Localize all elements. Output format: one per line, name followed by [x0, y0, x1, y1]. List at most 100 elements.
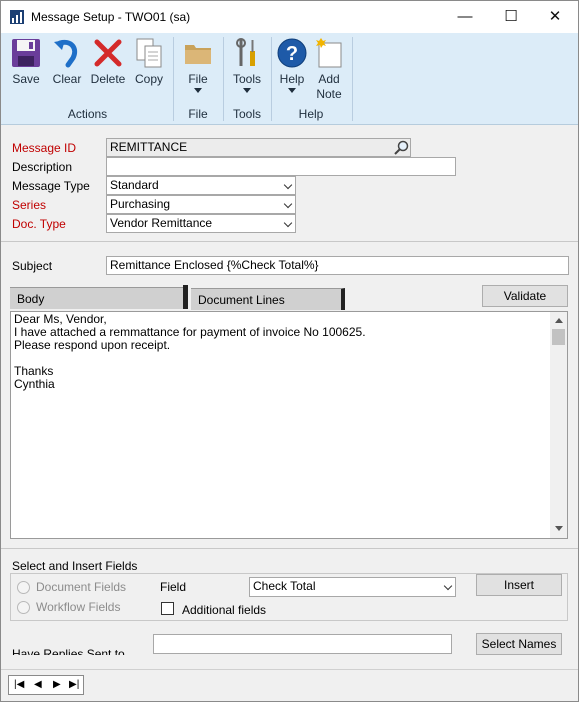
- delete-x-icon: [94, 39, 122, 67]
- add-note-button[interactable]: Add Note: [310, 37, 348, 102]
- status-bar: |◀ ◀ ▶ ▶|: [1, 669, 578, 701]
- document-fields-label: Document Fields: [36, 580, 127, 594]
- body-line: Thanks: [14, 364, 54, 378]
- subject-field[interactable]: Remittance Enclosed {%Check Total%}: [106, 256, 569, 275]
- additional-fields-label: Additional fields: [182, 603, 267, 617]
- message-id-field[interactable]: REMITTANCE: [106, 138, 411, 157]
- vertical-scrollbar[interactable]: [550, 312, 567, 538]
- file-dropdown-caret: [194, 88, 202, 93]
- ribbon-separator: [223, 37, 224, 121]
- file-group-label: File: [188, 107, 208, 121]
- chevron-down-icon: [443, 581, 453, 591]
- help-label: Help: [279, 72, 305, 86]
- message-setup-window: Message Setup - TWO01 (sa) — ☐ ✕ Save Cl…: [0, 0, 579, 702]
- minimize-button[interactable]: —: [442, 1, 488, 33]
- app-icon: [10, 10, 24, 24]
- delete-button[interactable]: Delete: [87, 37, 129, 87]
- field-select-value: Check Total: [253, 579, 316, 593]
- subject-label: Subject: [12, 259, 53, 273]
- doc-type-label: Doc. Type: [12, 217, 66, 231]
- first-record-icon[interactable]: |◀: [14, 679, 24, 690]
- body-line: Cynthia: [14, 377, 55, 391]
- workflow-fields-label: Workflow Fields: [36, 600, 121, 614]
- message-body-textarea[interactable]: Dear Ms, Vendor, I have attached a remma…: [10, 311, 568, 539]
- chevron-down-icon: [283, 218, 293, 228]
- save-icon: [12, 39, 40, 67]
- series-label: Series: [12, 198, 47, 212]
- replies-sent-to-field[interactable]: [153, 634, 452, 654]
- delete-label: Delete: [90, 72, 126, 86]
- message-type-value: Standard: [110, 178, 159, 192]
- help-dropdown-caret: [288, 88, 296, 93]
- tab-edge: [183, 285, 188, 309]
- clear-label: Clear: [52, 72, 82, 86]
- chevron-down-icon: [283, 199, 293, 209]
- scroll-down-icon[interactable]: [555, 526, 563, 531]
- additional-fields-checkbox[interactable]: [161, 602, 174, 615]
- series-value: Purchasing: [110, 197, 171, 211]
- copy-button[interactable]: Copy: [129, 37, 169, 87]
- ribbon-toolbar: Save Clear Delete Copy Actions File File…: [1, 33, 578, 125]
- tab-document-lines[interactable]: Document Lines: [191, 288, 345, 310]
- ribbon-separator: [271, 37, 272, 121]
- message-body-text: Dear Ms, Vendor, I have attached a remma…: [14, 313, 366, 391]
- workflow-fields-radio[interactable]: [17, 601, 30, 614]
- tools-icon: [236, 38, 255, 66]
- copy-icon: [136, 38, 162, 68]
- folder-icon: [185, 45, 211, 64]
- maximize-button[interactable]: ☐: [488, 1, 534, 33]
- add-note-icon: [316, 38, 342, 68]
- last-record-icon[interactable]: ▶|: [69, 679, 79, 690]
- message-type-label: Message Type: [12, 179, 90, 193]
- field-select[interactable]: Check Total: [249, 577, 456, 597]
- divider: [1, 241, 578, 242]
- scroll-up-icon[interactable]: [555, 318, 563, 323]
- record-navigation: |◀ ◀ ▶ ▶|: [8, 675, 84, 695]
- save-button[interactable]: Save: [6, 37, 46, 87]
- replies-label: Have Replies Sent to: [12, 647, 125, 655]
- add-note-label-line2: Note: [316, 87, 342, 101]
- file-label: File: [188, 72, 208, 86]
- save-label: Save: [12, 72, 40, 86]
- help-icon: ?: [277, 38, 307, 68]
- replies-label-clip: Have Replies Sent to: [10, 641, 150, 655]
- help-menu-button[interactable]: ? Help: [274, 37, 310, 93]
- tools-label: Tools: [232, 72, 261, 86]
- lookup-icon[interactable]: [393, 139, 410, 156]
- tab-body[interactable]: Body: [10, 287, 187, 309]
- series-select[interactable]: Purchasing: [106, 195, 296, 214]
- insert-button[interactable]: Insert: [476, 574, 562, 596]
- copy-label: Copy: [134, 72, 163, 86]
- tools-dropdown-caret: [243, 88, 251, 93]
- scroll-thumb[interactable]: [552, 329, 565, 345]
- tab-body-label: Body: [17, 292, 45, 306]
- add-note-label-line1: Add: [318, 72, 340, 86]
- doc-type-select[interactable]: Vendor Remittance: [106, 214, 296, 233]
- file-menu-button[interactable]: File: [178, 37, 218, 93]
- previous-record-icon[interactable]: ◀: [34, 679, 42, 690]
- tab-document-lines-label: Document Lines: [198, 293, 285, 307]
- message-type-select[interactable]: Standard: [106, 176, 296, 195]
- ribbon-separator: [352, 37, 353, 121]
- select-names-button[interactable]: Select Names: [476, 633, 562, 655]
- close-button[interactable]: ✕: [532, 1, 578, 33]
- svg-text:?: ?: [286, 43, 298, 65]
- description-field[interactable]: [106, 157, 456, 176]
- window-title: Message Setup - TWO01 (sa): [31, 10, 191, 24]
- document-fields-radio[interactable]: [17, 581, 30, 594]
- validate-button[interactable]: Validate: [482, 285, 568, 307]
- help-group-label: Help: [298, 107, 324, 121]
- clear-button[interactable]: Clear: [47, 37, 87, 87]
- field-label: Field: [160, 580, 187, 594]
- doc-type-value: Vendor Remittance: [110, 216, 213, 230]
- body-line: [14, 352, 366, 365]
- tools-menu-button[interactable]: Tools: [227, 37, 267, 93]
- title-bar: Message Setup - TWO01 (sa) — ☐ ✕: [1, 1, 578, 33]
- next-record-icon[interactable]: ▶: [53, 679, 61, 690]
- tools-group-label: Tools: [232, 107, 261, 121]
- message-id-label: Message ID: [12, 141, 77, 155]
- undo-icon: [54, 39, 78, 68]
- description-label: Description: [12, 160, 73, 174]
- ribbon-separator: [173, 37, 174, 121]
- actions-group-label: Actions: [67, 107, 108, 121]
